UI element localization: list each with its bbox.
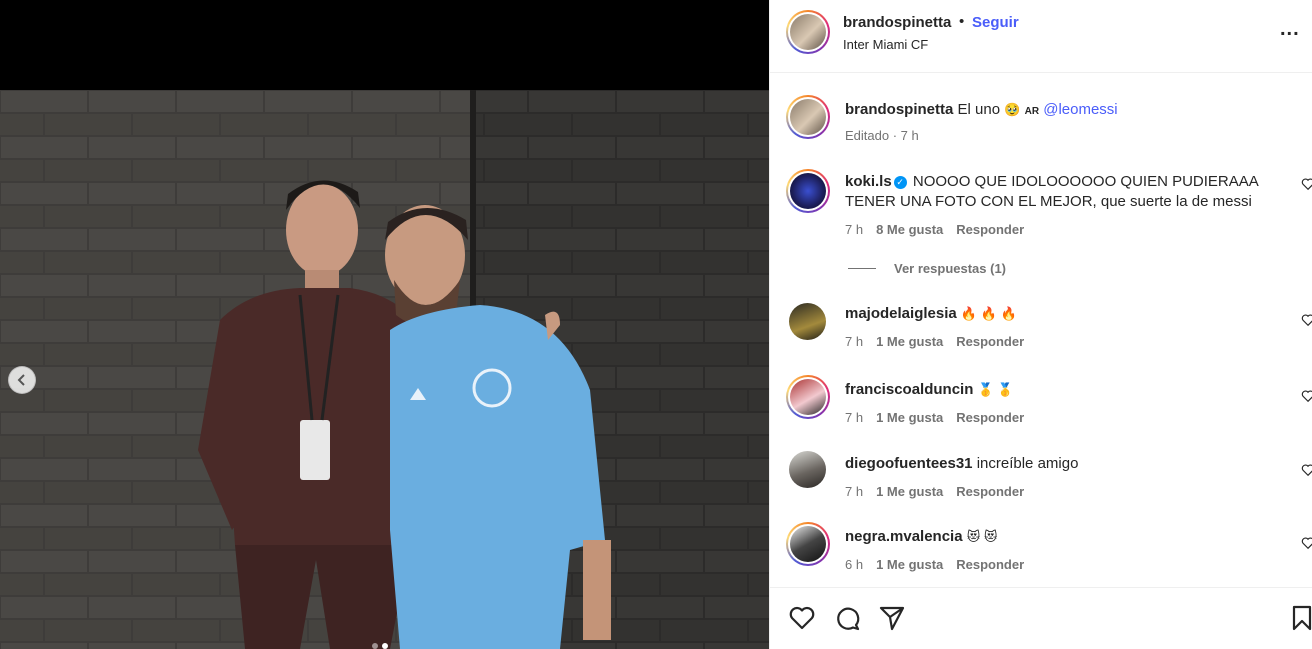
argentina-flag-icon: AR xyxy=(1024,106,1040,117)
instagram-post-view: brandospinetta • Seguir Inter Miami CF .… xyxy=(0,0,1312,649)
comment-time: 7 h xyxy=(845,484,864,499)
comment-meta: 6 h 1 Me gusta Responder xyxy=(845,557,1024,572)
view-replies-label: Ver respuestas (1) xyxy=(894,261,1007,276)
comments-list[interactable]: brandospinetta El uno 🥹 AR @leomessi Edi… xyxy=(770,73,1312,587)
save-bookmark-icon[interactable] xyxy=(1288,604,1312,632)
caption-body: El uno xyxy=(957,101,1001,118)
comment-username[interactable]: diegoofuentees31 xyxy=(845,455,973,472)
post-side-panel: brandospinetta • Seguir Inter Miami CF .… xyxy=(769,0,1312,649)
author-avatar[interactable] xyxy=(786,10,830,54)
carousel-dot xyxy=(372,643,378,649)
post-action-bar xyxy=(770,587,1312,649)
reply-button[interactable]: Responder xyxy=(956,222,1024,237)
like-comment-heart-icon[interactable] xyxy=(1301,389,1312,403)
mention-link[interactable]: @leomessi xyxy=(1043,101,1117,118)
like-comment-heart-icon[interactable] xyxy=(1301,463,1312,477)
comment-likes[interactable]: 1 Me gusta xyxy=(876,334,943,349)
post-header: brandospinetta • Seguir Inter Miami CF .… xyxy=(770,0,1312,73)
comment-likes[interactable]: 8 Me gusta xyxy=(876,222,943,237)
comment-likes[interactable]: 1 Me gusta xyxy=(876,557,943,572)
commenter-avatar[interactable] xyxy=(786,375,830,419)
like-comment-heart-icon[interactable] xyxy=(1301,536,1312,550)
comment-likes[interactable]: 1 Me gusta xyxy=(876,410,943,425)
comment-text: franciscoalduncin 🥇 🥇 xyxy=(845,380,1285,400)
caption-avatar[interactable] xyxy=(786,95,830,139)
comment-username[interactable]: negra.mvalencia xyxy=(845,528,963,545)
comment-body: increíble amigo xyxy=(976,455,1079,472)
like-comment-heart-icon[interactable] xyxy=(1301,177,1312,191)
caption-meta: Editado · 7 h xyxy=(845,128,919,143)
reply-button[interactable]: Responder xyxy=(956,484,1024,499)
comment-meta: 7 h 1 Me gusta Responder xyxy=(845,484,1024,499)
pleading-emoji: 🥹 xyxy=(1004,102,1021,117)
photo-illustration xyxy=(0,90,769,649)
commenter-avatar[interactable] xyxy=(789,303,826,340)
comment-meta: 7 h 8 Me gusta Responder xyxy=(845,222,1024,237)
heart-eyes-cat-emoji: 😻 😻 xyxy=(966,529,998,544)
commenter-avatar[interactable] xyxy=(786,169,830,213)
reply-button[interactable]: Responder xyxy=(956,410,1024,425)
comment-meta: 7 h 1 Me gusta Responder xyxy=(845,334,1024,349)
like-heart-icon[interactable] xyxy=(788,604,816,632)
previous-photo-button[interactable] xyxy=(8,366,36,394)
view-replies-button[interactable]: Ver respuestas (1) xyxy=(848,261,1006,276)
verified-badge-icon: ✓ xyxy=(893,176,907,189)
like-comment-heart-icon[interactable] xyxy=(1301,313,1312,327)
author-username[interactable]: brandospinetta xyxy=(843,14,951,31)
comment-text: koki.ls ✓ NOOOO QUE IDOLOOOOOO QUIEN PUDI… xyxy=(845,172,1285,212)
comment-meta: 7 h 1 Me gusta Responder xyxy=(845,410,1024,425)
post-media-pane xyxy=(0,0,769,649)
medal-emoji: 🥇 🥇 xyxy=(977,382,1014,397)
header-separator: • xyxy=(959,13,965,30)
commenter-avatar[interactable] xyxy=(789,451,826,488)
fire-emoji: 🔥 🔥 🔥 xyxy=(960,306,1017,321)
comment-time: 7 h xyxy=(845,222,864,237)
more-options-icon[interactable]: ... xyxy=(1280,18,1300,41)
reply-button[interactable]: Responder xyxy=(956,334,1024,349)
caption-text: brandospinetta El uno 🥹 AR @leomessi xyxy=(845,100,1285,122)
carousel-dot-active xyxy=(382,643,388,649)
comment-time: 6 h xyxy=(845,557,864,572)
share-icon[interactable] xyxy=(878,604,906,632)
chevron-left-icon xyxy=(17,374,25,386)
comment-icon[interactable] xyxy=(833,604,861,632)
comment-time: 7 h xyxy=(845,410,864,425)
caption-username[interactable]: brandospinetta xyxy=(845,101,953,118)
follow-button[interactable]: Seguir xyxy=(972,14,1019,31)
comment-text: majodelaiglesia 🔥 🔥 🔥 xyxy=(845,304,1285,324)
comment-likes[interactable]: 1 Me gusta xyxy=(876,484,943,499)
comment-body: NOOOO QUE IDOLOOOOOO QUIEN PUDIERAAA TEN… xyxy=(845,173,1258,210)
comment-username[interactable]: koki.ls xyxy=(845,173,892,190)
replies-divider xyxy=(848,268,876,269)
comment-text: negra.mvalencia 😻 😻 xyxy=(845,527,1285,547)
caption-timestamp: Editado · 7 h xyxy=(845,128,919,143)
carousel-indicator xyxy=(372,643,388,649)
commenter-avatar[interactable] xyxy=(786,522,830,566)
post-location[interactable]: Inter Miami CF xyxy=(843,37,928,52)
comment-username[interactable]: majodelaiglesia xyxy=(845,305,957,322)
comment-username[interactable]: franciscoalduncin xyxy=(845,381,973,398)
reply-button[interactable]: Responder xyxy=(956,557,1024,572)
comment-text: diegoofuentees31 increíble amigo xyxy=(845,454,1285,474)
post-photo[interactable] xyxy=(0,90,769,649)
comment-time: 7 h xyxy=(845,334,864,349)
